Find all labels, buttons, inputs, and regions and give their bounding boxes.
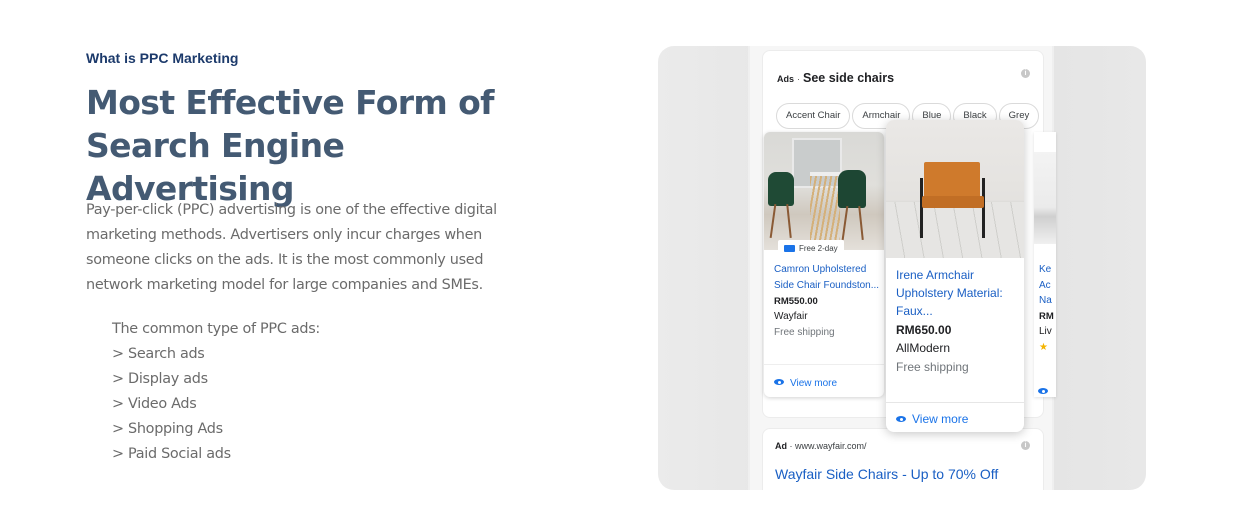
product-price: RM650.00 — [896, 323, 952, 337]
view-more-label: View more — [912, 412, 969, 426]
ppc-type-item: > Search ads — [112, 346, 205, 362]
eye-icon — [896, 416, 906, 422]
ppc-type-item: > Paid Social ads — [112, 446, 231, 462]
product-info: Irene Armchair Upholstery Material: Faux… — [896, 266, 1018, 377]
view-more-link: View more — [896, 412, 968, 426]
ad-label: Ad — [775, 441, 787, 451]
ad-url: www.wayfair.com/ — [795, 441, 867, 451]
green-chairs-image — [764, 132, 884, 250]
section-eyebrow: What is PPC Marketing — [86, 50, 239, 66]
product-title: Camron Upholstered Side Chair Foundston.… — [774, 264, 880, 291]
product-card: Free 2-day Camron Upholstered Side Chair… — [764, 132, 884, 397]
ppc-types-heading: The common type of PPC ads: — [112, 321, 320, 337]
product-card-partial: Ke Ac Na RM Liv ★ — [1034, 132, 1056, 397]
intro-paragraph: Pay-per-click (PPC) advertising is one o… — [86, 202, 497, 293]
truck-icon — [784, 245, 795, 252]
section-title: Most Effective Form of Search Engine Adv… — [86, 83, 495, 208]
divider — [764, 364, 884, 365]
ads-separator: · — [797, 74, 801, 84]
ppc-type-item: > Display ads — [112, 371, 208, 387]
product-card-highlighted: Irene Armchair Upholstery Material: Faux… — [886, 120, 1024, 432]
info-icon: i — [1021, 441, 1030, 450]
product-title-fragment: Ac — [1039, 279, 1051, 291]
info-icon: i — [1021, 69, 1030, 78]
product-price: RM550.00 — [774, 296, 818, 307]
product-info: Ke Ac Na RM Liv ★ — [1039, 262, 1054, 355]
product-store: Wayfair — [774, 311, 808, 322]
orange-armchair-image — [886, 120, 1024, 258]
ppc-type-item: > Video Ads — [112, 396, 197, 412]
eye-icon — [1038, 388, 1048, 394]
star-icon: ★ — [1039, 341, 1048, 353]
divider — [886, 402, 1024, 403]
ppc-type-item: > Shopping Ads — [112, 421, 223, 437]
view-more-label: View more — [790, 378, 838, 389]
product-title-fragment: Ke — [1039, 264, 1052, 275]
phone-screen: Ads · See side chairs i Accent Chair Armcha… — [748, 46, 1056, 490]
ad-headline: Wayfair Side Chairs - Up to 70% Off — [775, 466, 999, 482]
ppc-types-list: The common type of PPC ads: > Search ads… — [112, 317, 320, 467]
ad-url-line: Ad · www.wayfair.com/ — [775, 441, 867, 451]
shopping-ads-mockup-image: Ads · See side chairs i Accent Chair Armcha… — [658, 46, 1146, 490]
product-price: RM — [1039, 310, 1054, 322]
eye-icon — [774, 379, 784, 385]
product-title-fragment: Na — [1039, 295, 1052, 306]
ads-label: Ads — [777, 74, 795, 84]
product-store: Liv — [1039, 326, 1052, 337]
ads-header: Ads · See side chairs — [777, 71, 894, 85]
ad-separator: · — [789, 441, 793, 451]
view-more-link: View more — [774, 378, 837, 389]
product-image — [1034, 152, 1056, 244]
product-title: Irene Armchair Upholstery Material: Faux… — [896, 268, 1003, 318]
product-shipping: Free shipping — [774, 327, 835, 338]
product-info: Camron Upholstered Side Chair Foundston.… — [774, 262, 880, 341]
free-delivery-badge: Free 2-day — [778, 240, 844, 258]
chip-accent-chair: Accent Chair — [776, 103, 851, 129]
ads-title: See side chairs — [803, 71, 895, 85]
product-store: AllModern — [896, 341, 951, 355]
badge-text: Free 2-day — [799, 244, 838, 253]
text-ad-card: Ad · www.wayfair.com/ i Wayfair Side Cha… — [762, 428, 1044, 490]
product-shipping: Free shipping — [896, 360, 969, 374]
